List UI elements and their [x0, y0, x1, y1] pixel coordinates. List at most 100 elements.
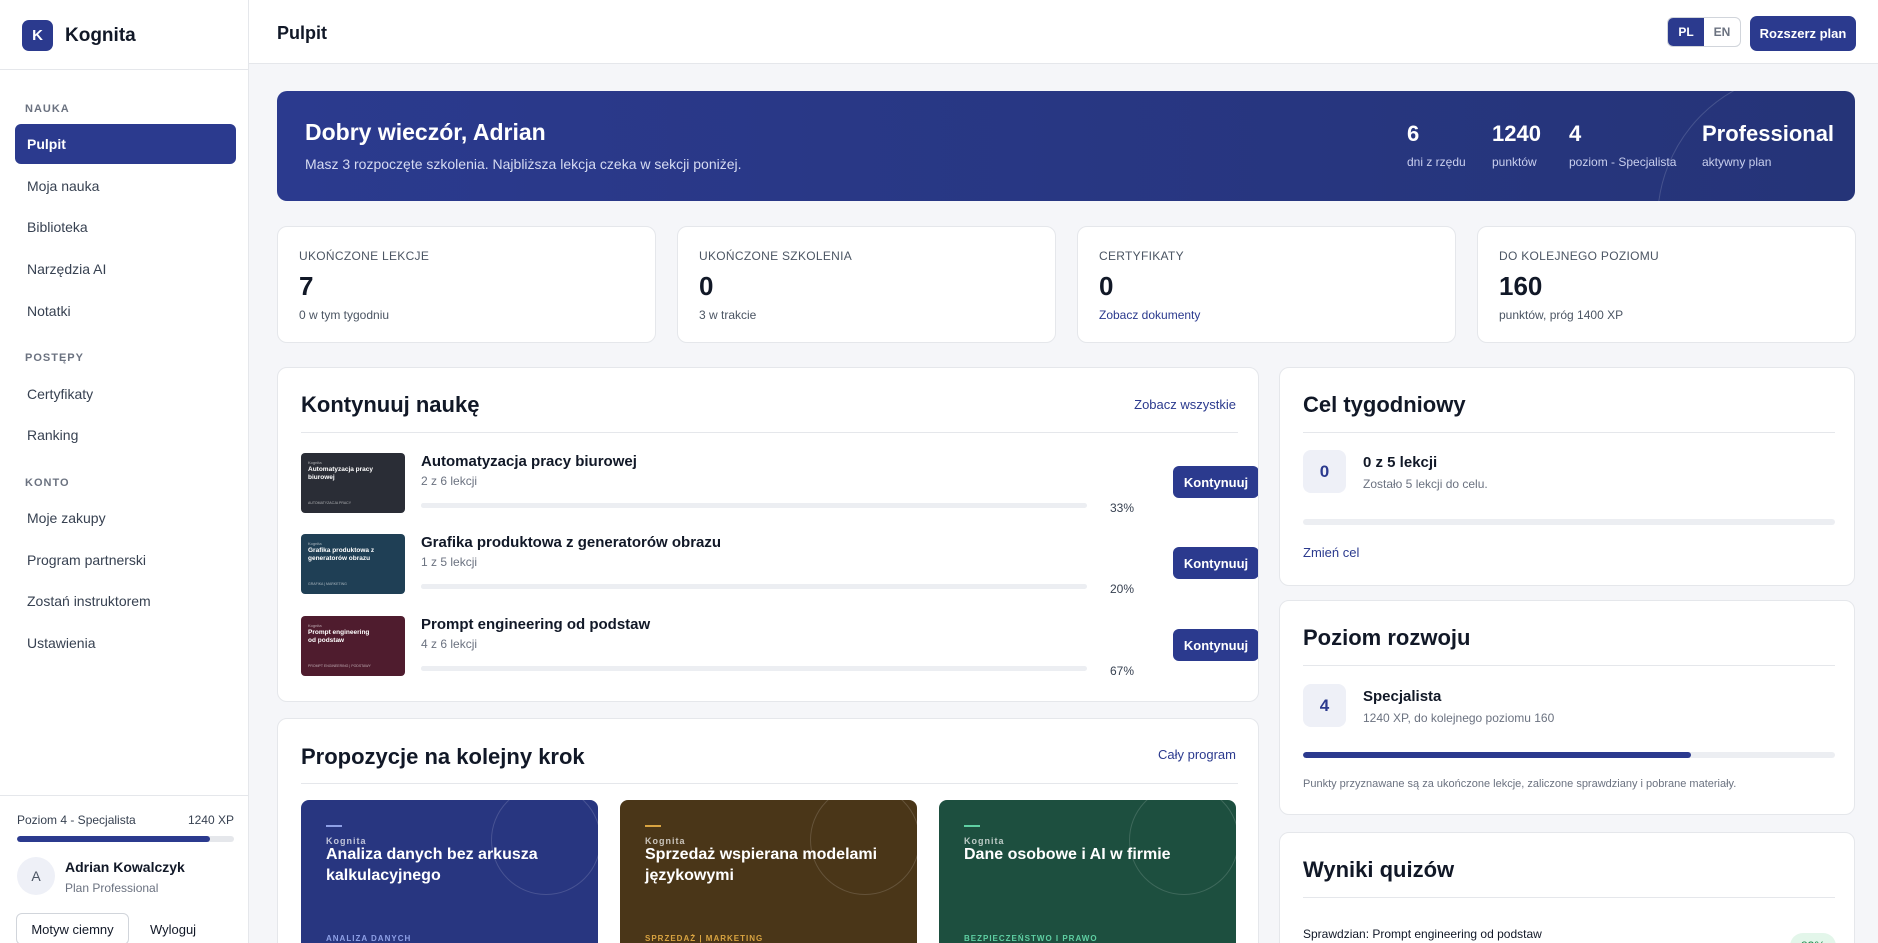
- language-switcher: PL EN: [1667, 17, 1741, 47]
- nav-section-postepy: POSTĘPY: [25, 352, 84, 364]
- sidebar-item-biblioteka[interactable]: Biblioteka: [15, 207, 236, 247]
- full-program-link[interactable]: Cały program: [1158, 747, 1236, 762]
- course-progress-fill: [421, 666, 868, 671]
- sidebar: K Kognita NAUKA Pulpit Moja nauka Biblio…: [0, 0, 249, 943]
- sidebar-item-ustawienia[interactable]: Ustawienia: [15, 623, 236, 663]
- hero-stat-label: dni z rzędu: [1407, 155, 1466, 169]
- course-item: Kognita Prompt engineering od podstaw PR…: [301, 616, 1258, 678]
- thumbnail-brand: Kognita: [308, 623, 322, 628]
- proposal-card[interactable]: Kognita Sprzedaż wspierana modelami języ…: [620, 800, 917, 943]
- level-xp-text: 1240 XP, do kolejnego poziomu 160: [1363, 711, 1555, 725]
- course-thumbnail[interactable]: Kognita Prompt engineering od podstaw PR…: [301, 616, 405, 676]
- level-row: Poziom 4 - Specjalista 1240 XP: [17, 813, 234, 827]
- divider: [301, 783, 1238, 784]
- points-note: Punkty przyznawane są za ukończone lekcj…: [1303, 778, 1737, 790]
- hero-stat-label: punktów: [1492, 155, 1537, 169]
- sidebar-item-ranking[interactable]: Ranking: [15, 415, 236, 455]
- sidebar-item-narzedzia-ai[interactable]: Narzędzia AI: [15, 249, 236, 289]
- course-title[interactable]: Grafika produktowa z generatorów obrazu: [421, 534, 721, 551]
- hero-stat-points: 1240 punktów: [1492, 121, 1541, 169]
- stat-card-title: DO KOLEJNEGO POZIOMU: [1499, 249, 1660, 263]
- course-meta: 2 z 6 lekcji: [421, 474, 478, 488]
- level-number-box: 4: [1303, 684, 1346, 727]
- sidebar-item-notatki[interactable]: Notatki: [15, 291, 236, 331]
- course-item: Kognita Automatyzacja pracy biurowej AUT…: [301, 453, 1258, 515]
- panel-title: Wyniki quizów: [1303, 857, 1455, 882]
- stat-card-value: 160: [1499, 271, 1543, 301]
- hero-stat-label: aktywny plan: [1702, 155, 1772, 169]
- stat-card-value: 7: [299, 271, 314, 301]
- proposal-title: Analiza danych bez arkusza kalkulacyjneg…: [326, 846, 538, 884]
- brand[interactable]: K Kognita: [22, 20, 136, 51]
- proposal-card[interactable]: Kognita Analiza danych bez arkusza kalku…: [301, 800, 598, 943]
- sidebar-item-pulpit[interactable]: Pulpit: [15, 124, 236, 164]
- change-goal-link[interactable]: Zmień cel: [1303, 545, 1359, 560]
- level-progress-bar: [1303, 752, 1835, 758]
- stat-card-title: UKOŃCZONE SZKOLENIA: [699, 249, 853, 263]
- goal-progress-bar: [1303, 519, 1835, 525]
- thumbnail-footer: GRAFIKA | MARKETING: [308, 582, 347, 586]
- course-progress-percent: 33%: [1109, 501, 1134, 515]
- proposal-category: ANALIZA DANYCH: [326, 934, 412, 943]
- thumbnail-title: Grafika produktowa z generatorów obrazu: [308, 547, 375, 562]
- nav-section-konto: KONTO: [25, 477, 70, 489]
- proposal-category: SPRZEDAŻ | MARKETING: [645, 934, 764, 943]
- thumbnail-title: Automatyzacja pracy biurowej: [308, 466, 374, 481]
- continue-button[interactable]: Kontynuuj: [1173, 547, 1258, 579]
- dark-theme-button[interactable]: Motyw ciemny: [16, 913, 129, 943]
- hero-stat-value: 6: [1407, 121, 1420, 146]
- thumbnail-brand: Kognita: [308, 541, 322, 546]
- view-documents-link[interactable]: Zobacz dokumenty: [1099, 308, 1200, 322]
- course-thumbnail[interactable]: Kognita Automatyzacja pracy biurowej AUT…: [301, 453, 405, 513]
- continue-button[interactable]: Kontynuuj: [1173, 466, 1258, 498]
- continue-learning-panel: Kontynuuj naukę Zobacz wszystkie Kognita…: [277, 367, 1259, 702]
- course-title[interactable]: Prompt engineering od podstaw: [421, 616, 650, 633]
- thumbnail-footer: PROMPT ENGINEERING | PODSTAWY: [308, 664, 371, 668]
- goal-count-box: 0: [1303, 450, 1346, 493]
- logout-button[interactable]: Wyloguj: [137, 913, 209, 943]
- nav-section-nauka: NAUKA: [25, 103, 70, 115]
- proposal-card[interactable]: Kognita Dane osobowe i AI w firmie BEZPI…: [939, 800, 1236, 943]
- stat-card-title: CERTYFIKATY: [1099, 249, 1184, 263]
- stat-card-next-level: DO KOLEJNEGO POZIOMU 160 punktów, próg 1…: [1477, 226, 1856, 343]
- sidebar-item-zostan-instruktorem[interactable]: Zostań instruktorem: [15, 581, 236, 621]
- stat-card-certificates: CERTYFIKATY 0 Zobacz dokumenty: [1077, 226, 1456, 343]
- development-level-panel: Poziom rozwoju 4 Specjalista 1240 XP, do…: [1279, 600, 1855, 815]
- hero-stat-plan: Professional aktywny plan: [1702, 121, 1834, 169]
- avatar[interactable]: A: [17, 857, 55, 895]
- proposals-panel: Propozycje na kolejny krok Cały program …: [277, 718, 1259, 943]
- quiz-name[interactable]: Sprawdzian: Prompt engineering od podsta…: [1303, 927, 1542, 941]
- upgrade-plan-button[interactable]: Rozszerz plan: [1750, 16, 1856, 51]
- course-progress-percent: 67%: [1109, 664, 1134, 678]
- stat-card-title: UKOŃCZONE LEKCJE: [299, 249, 430, 263]
- course-thumbnail[interactable]: Kognita Grafika produktowa z generatorów…: [301, 534, 405, 594]
- user-name: Adrian Kowalczyk: [65, 859, 185, 875]
- course-progress-percent: 20%: [1109, 582, 1134, 596]
- goal-main-text: 0 z 5 lekcji: [1363, 454, 1438, 471]
- sidebar-item-program-partnerski[interactable]: Program partnerski: [15, 540, 236, 580]
- divider: [1303, 665, 1835, 666]
- course-title[interactable]: Automatyzacja pracy biurowej: [421, 453, 637, 470]
- accent-dash: [326, 825, 342, 827]
- sidebar-item-moje-zakupy[interactable]: Moje zakupy: [15, 498, 236, 538]
- hero-stat-value: 1240: [1492, 121, 1541, 146]
- lang-pl-button[interactable]: PL: [1668, 18, 1704, 46]
- page-title: Pulpit: [277, 23, 327, 43]
- sidebar-item-moja-nauka[interactable]: Moja nauka: [15, 166, 236, 206]
- accent-dash: [964, 825, 980, 827]
- sidebar-item-certyfikaty[interactable]: Certyfikaty: [15, 374, 236, 414]
- proposal-title: Dane osobowe i AI w firmie: [964, 846, 1171, 863]
- xp-label: 1240 XP: [187, 813, 234, 827]
- divider: [301, 432, 1238, 433]
- thumbnail-title: Prompt engineering od podstaw: [308, 629, 370, 644]
- continue-button[interactable]: Kontynuuj: [1173, 629, 1258, 661]
- weekly-goal-panel: Cel tygodniowy 0 0 z 5 lekcji Zostało 5 …: [1279, 367, 1855, 586]
- lang-en-button[interactable]: EN: [1704, 18, 1740, 46]
- panel-title: Kontynuuj naukę: [301, 392, 480, 417]
- see-all-link[interactable]: Zobacz wszystkie: [1134, 397, 1236, 412]
- stat-card-sub: 0 w tym tygodniu: [299, 308, 390, 322]
- panel-title: Propozycje na kolejny krok: [301, 744, 585, 769]
- quiz-results-panel: Wyniki quizów Sprawdzian: Prompt enginee…: [1279, 832, 1855, 943]
- stat-card-completed-courses: UKOŃCZONE SZKOLENIA 0 3 w trakcie: [677, 226, 1056, 343]
- panel-title: Cel tygodniowy: [1303, 392, 1466, 417]
